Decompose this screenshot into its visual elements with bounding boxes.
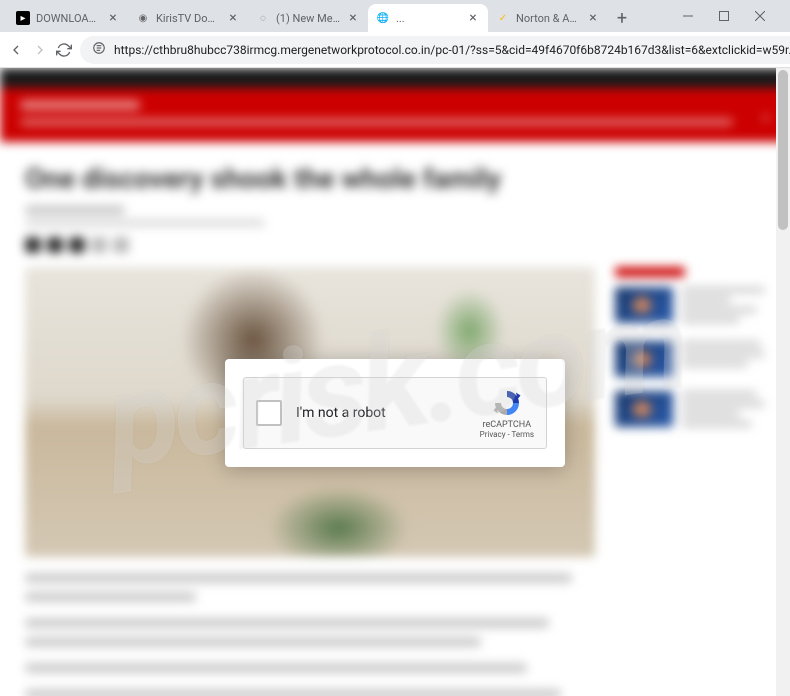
- sidebar-item: [615, 287, 765, 327]
- close-icon[interactable]: ×: [586, 11, 600, 25]
- privacy-link[interactable]: Privacy: [480, 430, 506, 439]
- share-row: [25, 237, 765, 253]
- captcha-popup: I'm not a robot reCAPTCHA Privacy - Term…: [225, 359, 565, 467]
- close-icon[interactable]: ×: [106, 11, 120, 25]
- recaptcha-links: Privacy - Terms: [480, 430, 534, 439]
- favicon-icon: ✓: [496, 11, 510, 25]
- browser-toolbar: https://cthbru8hubcc738irmcg.mergenetwor…: [0, 32, 790, 68]
- tab-title: ...: [396, 12, 462, 25]
- sidebar-item: [615, 391, 765, 431]
- tab-2[interactable]: ◉ KirisTV Download I ×: [128, 4, 248, 32]
- sidebar: [615, 267, 765, 696]
- recaptcha-widget: I'm not a robot reCAPTCHA Privacy - Term…: [243, 377, 547, 449]
- tab-4-active[interactable]: 🌐 ... ×: [368, 4, 488, 32]
- browser-titlebar: ▸ DOWNLOAD: Red G × ◉ KirisTV Download I…: [0, 0, 790, 32]
- window-controls: [666, 2, 782, 30]
- page-content: × One discovery shook the whole family: [0, 68, 790, 696]
- close-icon[interactable]: ×: [466, 11, 480, 25]
- favicon-icon: ◉: [136, 11, 150, 25]
- globe-icon: 🌐: [376, 11, 390, 25]
- favicon-icon: ▸: [16, 11, 30, 25]
- tab-5[interactable]: ✓ Norton & AntiVirus ×: [488, 4, 608, 32]
- new-tab-button[interactable]: +: [608, 4, 636, 32]
- headline: One discovery shook the whole family: [25, 162, 765, 195]
- maximize-button[interactable]: [710, 2, 738, 30]
- recaptcha-brand: reCAPTCHA: [483, 420, 532, 430]
- close-button[interactable]: [746, 2, 774, 30]
- address-bar[interactable]: https://cthbru8hubcc738irmcg.mergenetwor…: [80, 36, 790, 64]
- minimize-button[interactable]: [674, 2, 702, 30]
- url-text: https://cthbru8hubcc738irmcg.mergenetwor…: [114, 43, 790, 57]
- tab-strip: ▸ DOWNLOAD: Red G × ◉ KirisTV Download I…: [8, 2, 666, 32]
- recaptcha-icon: [492, 388, 522, 418]
- recaptcha-checkbox[interactable]: [256, 400, 282, 426]
- sidebar-item: [615, 341, 765, 377]
- tab-title: (1) New Message!: [276, 12, 342, 25]
- tab-title: KirisTV Download I: [156, 12, 222, 25]
- close-icon[interactable]: ×: [226, 11, 240, 25]
- loading-icon: ◌: [256, 11, 270, 25]
- breaking-banner: ×: [0, 88, 790, 142]
- article-body: [25, 573, 595, 696]
- tab-1[interactable]: ▸ DOWNLOAD: Red G ×: [8, 4, 128, 32]
- recaptcha-label: I'm not a robot: [296, 405, 480, 421]
- tab-title: Norton & AntiVirus: [516, 12, 582, 25]
- forward-button[interactable]: [32, 36, 48, 64]
- tab-3[interactable]: ◌ (1) New Message! ×: [248, 4, 368, 32]
- site-nav-bar: [0, 68, 790, 88]
- recaptcha-badge: reCAPTCHA Privacy - Terms: [480, 388, 534, 439]
- banner-close-icon: ×: [761, 108, 770, 127]
- back-button[interactable]: [8, 36, 24, 64]
- close-icon[interactable]: ×: [346, 11, 360, 25]
- terms-link[interactable]: Terms: [512, 430, 534, 439]
- scrollbar-thumb[interactable]: [778, 70, 788, 230]
- scrollbar[interactable]: [776, 68, 790, 696]
- site-info-icon[interactable]: [92, 41, 106, 58]
- tab-title: DOWNLOAD: Red G: [36, 12, 102, 25]
- reload-button[interactable]: [56, 36, 72, 64]
